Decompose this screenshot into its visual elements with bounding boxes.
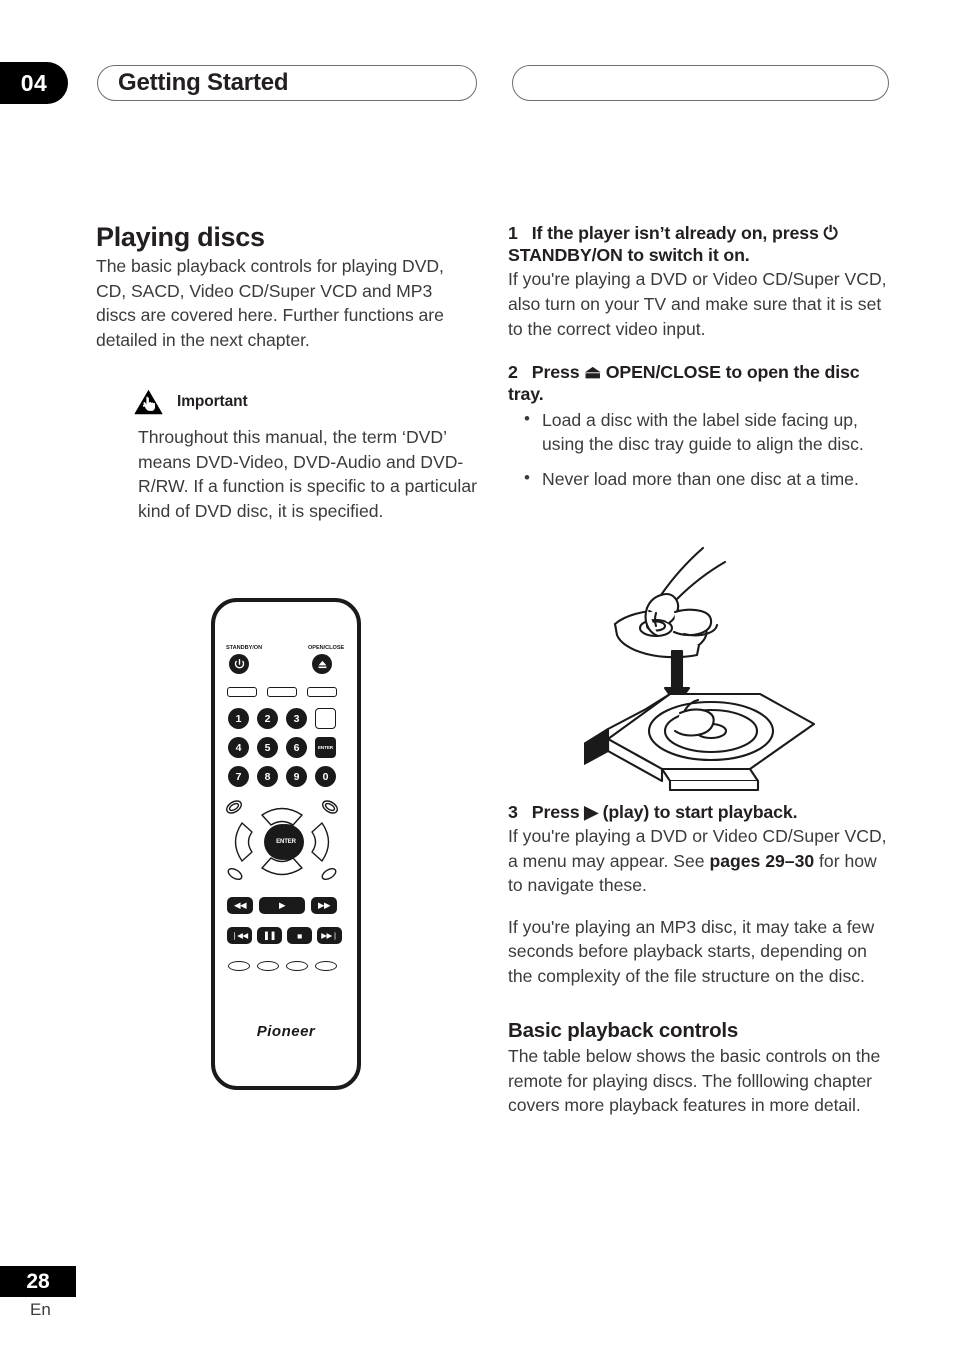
play-icon: ▶: [584, 802, 598, 823]
remote-pause-button[interactable]: ❚❚: [257, 927, 282, 944]
chapter-title-pill: Getting Started: [97, 65, 477, 101]
remote-next-button[interactable]: ▶▶❘: [317, 927, 342, 944]
warning-hand-icon: [134, 389, 163, 415]
step-1-number: 1: [508, 223, 518, 243]
remote-blank-key[interactable]: [315, 708, 336, 729]
step-2-heading-before: Press: [531, 362, 585, 383]
step-3-heading: 3 Press ▶ (play) to start playback.: [508, 801, 888, 823]
pioneer-logo: Pioneer: [256, 1023, 316, 1040]
intro-paragraph: The basic playback controls for playing …: [96, 256, 444, 350]
remote-oval-button-1[interactable]: [228, 961, 250, 971]
step-3-body-2: If you're playing an MP3 disc, it may ta…: [508, 916, 875, 987]
remote-function-button-2[interactable]: [267, 687, 297, 697]
remote-control-diagram: STANDBY/ON OPEN/CLOSE 1 2 3 4 5 6 ENTER …: [211, 598, 361, 1090]
remote-key-6[interactable]: 6: [286, 737, 307, 758]
remote-key-3[interactable]: 3: [286, 708, 307, 729]
remote-key-1[interactable]: 1: [228, 708, 249, 729]
remote-stop-button[interactable]: ■: [287, 927, 312, 944]
page-reference: pages 29–30: [709, 850, 815, 871]
remote-key-4[interactable]: 4: [228, 737, 249, 758]
remote-enter-button-center[interactable]: ENTER: [268, 824, 304, 860]
step-3-heading-before: Press: [531, 802, 585, 823]
illustration-spacer: [508, 501, 888, 801]
page-number-block: 28: [0, 1266, 76, 1297]
list-item: Load a disc with the label side facing u…: [524, 407, 888, 457]
right-column: 1 If the player isn’t already on, press ⏻…: [508, 222, 888, 1118]
left-column: Playing discs The basic playback control…: [96, 222, 479, 523]
chapter-number-tab: 04: [0, 62, 68, 104]
page-header: 04 Getting Started: [0, 62, 954, 106]
remote-play-button[interactable]: ▶: [259, 897, 305, 914]
important-label: Important: [177, 393, 248, 411]
basic-playback-controls-section: Basic playback controls The table below …: [508, 1019, 888, 1118]
page-footer: 28 En: [0, 1266, 200, 1320]
remote-open-close-label: OPEN/CLOSE: [308, 645, 345, 651]
remote-oval-button-4[interactable]: [315, 961, 337, 971]
remote-key-9[interactable]: 9: [286, 766, 307, 787]
step-3-number: 3: [508, 802, 518, 823]
step-1-heading-after: STANDBY/ON to switch it on.: [508, 245, 750, 266]
remote-rewind-button[interactable]: ◀◀: [227, 897, 253, 914]
remote-function-button-3[interactable]: [307, 687, 337, 697]
remote-function-button-1[interactable]: [227, 687, 257, 697]
sub-section-text: The table below shows the basic controls…: [508, 1046, 881, 1116]
step-3-body-1: If you're playing a DVD or Video CD/Supe…: [508, 824, 888, 898]
chapter-title: Getting Started: [118, 69, 289, 96]
step-1-body: If you're playing a DVD or Video CD/Supe…: [508, 269, 887, 339]
step-3: 3 Press ▶ (play) to start playback. If yo…: [508, 801, 888, 988]
step-2-number: 2: [508, 362, 518, 383]
page-title: Playing discs: [96, 222, 265, 252]
remote-key-7[interactable]: 7: [228, 766, 249, 787]
step-1-heading-before: If the player isn’t already on, press: [531, 223, 824, 243]
remote-enter-key-small[interactable]: ENTER: [315, 737, 336, 758]
important-note: Important Throughout this manual, the te…: [134, 388, 479, 523]
power-standby-icon: ⏻: [823, 223, 838, 243]
remote-oval-button-3[interactable]: [286, 961, 308, 971]
step-2-bullet-list: Load a disc with the label side facing u…: [508, 407, 888, 492]
remote-key-5[interactable]: 5: [257, 737, 278, 758]
language-code: En: [30, 1300, 51, 1319]
remote-oval-button-2[interactable]: [257, 961, 279, 971]
remote-key-2[interactable]: 2: [257, 708, 278, 729]
remote-fast-forward-button[interactable]: ▶▶: [311, 897, 337, 914]
step-2-heading: 2 Press ⏏ OPEN/CLOSE to open the disc tra…: [508, 361, 888, 405]
remote-key-0[interactable]: 0: [315, 766, 336, 787]
remote-key-8[interactable]: 8: [257, 766, 278, 787]
eject-icon: [318, 660, 326, 668]
sub-section-title: Basic playback controls: [508, 1018, 739, 1042]
header-pill-empty: [512, 65, 889, 101]
step-1-heading: 1 If the player isn’t already on, press ⏻…: [508, 222, 888, 266]
list-item: Never load more than one disc at a time.: [524, 466, 888, 492]
step-3-heading-after: (play) to start playback.: [597, 802, 798, 823]
remote-open-close-button[interactable]: [312, 654, 332, 674]
power-standby-icon: [234, 658, 244, 668]
important-text: Throughout this manual, the term ‘DVD’ m…: [138, 427, 477, 521]
step-1: 1 If the player isn’t already on, press ⏻…: [508, 222, 888, 341]
eject-icon: ⏏: [584, 362, 601, 383]
remote-previous-button[interactable]: ❘◀◀: [227, 927, 252, 944]
remote-standby-button[interactable]: [229, 654, 249, 674]
remote-standby-label: STANDBY/ON: [226, 645, 263, 651]
step-2: 2 Press ⏏ OPEN/CLOSE to open the disc tra…: [508, 361, 888, 491]
important-header: Important: [134, 388, 479, 416]
page-number: 28: [26, 1269, 50, 1293]
chapter-number: 04: [20, 69, 48, 96]
